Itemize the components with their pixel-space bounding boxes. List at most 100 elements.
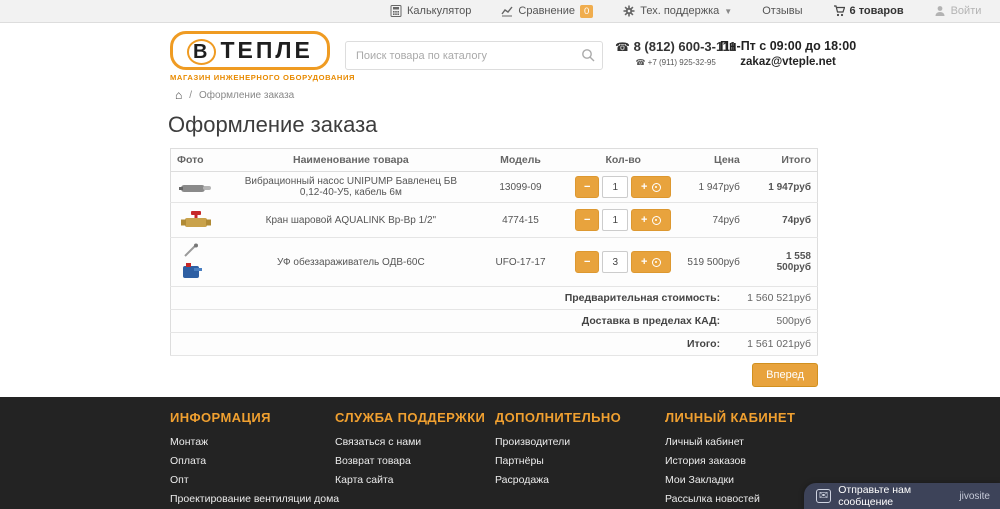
grand-total-label: Итого:: [687, 338, 720, 350]
cart-count-label: 6 товаров: [850, 5, 904, 17]
footer-link[interactable]: Личный кабинет: [665, 436, 795, 448]
compare-chart-icon: [501, 5, 513, 17]
table-row: Вибрационный насос UNIPUMP Бавленец БВ 0…: [171, 172, 818, 203]
shipping-label: Доставка в пределах КАД:: [582, 315, 720, 327]
total-row: Доставка в пределах КАД: 500руб: [171, 310, 818, 333]
plus-icon: +: [641, 256, 647, 268]
footer-link[interactable]: Производители: [495, 436, 621, 448]
update-quantity-icon[interactable]: [652, 258, 661, 267]
footer-link[interactable]: Партнёры: [495, 455, 621, 467]
product-price: 74руб: [677, 203, 746, 238]
footer-column-account: ЛИЧНЫЙ КАБИНЕТ Личный кабинет История за…: [665, 410, 795, 509]
col-photo: Фото: [171, 149, 230, 172]
product-price: 1 947руб: [677, 172, 746, 203]
support-label: Тех. поддержка: [640, 5, 719, 17]
contact-email[interactable]: zakaz@vteple.net: [720, 56, 856, 68]
login-link[interactable]: Войти: [934, 5, 982, 17]
table-row: УФ обеззараживатель ОДВ-60С UFO-17-17 − …: [171, 238, 818, 287]
phone-block: ☎ 8 (812) 600-3-111 ☎ +7 (911) 925-32-95: [615, 39, 736, 67]
qty-decrease-button[interactable]: −: [575, 209, 599, 231]
product-photo-pump[interactable]: [177, 176, 215, 198]
qty-input[interactable]: [602, 176, 628, 198]
top-utility-bar: Калькулятор Сравнение 0 Тех. поддержка ▼…: [0, 0, 1000, 23]
search-input[interactable]: [345, 41, 603, 70]
next-button[interactable]: Вперед: [752, 363, 818, 387]
qty-decrease-button[interactable]: −: [575, 251, 599, 273]
reviews-link[interactable]: Отзывы: [762, 5, 802, 17]
jivosite-brand-link[interactable]: jivosite: [959, 491, 990, 502]
footer-heading: ИНФОРМАЦИЯ: [170, 410, 339, 425]
product-photo-uv-unit[interactable]: [177, 242, 215, 282]
qty-increase-button[interactable]: +: [631, 176, 671, 198]
footer-column-support: СЛУЖБА ПОДДЕРЖКИ Связаться с нами Возвра…: [335, 410, 485, 493]
catalog-search: [345, 41, 603, 70]
update-quantity-icon[interactable]: [652, 183, 661, 192]
footer-link[interactable]: Опт: [170, 474, 339, 486]
breadcrumb-separator: /: [189, 90, 192, 101]
logo-text: ТЕПЛЕ: [220, 37, 312, 63]
login-label: Войти: [951, 5, 982, 17]
compare-link[interactable]: Сравнение 0: [501, 5, 593, 18]
footer-link[interactable]: Связаться с нами: [335, 436, 485, 448]
product-name-link[interactable]: УФ обеззараживатель ОДВ-60С: [230, 238, 472, 287]
cell-qty: − +: [569, 238, 677, 287]
cell-photo: [171, 203, 230, 238]
product-model: 4774-15: [472, 203, 569, 238]
qty-increase-button[interactable]: +: [631, 251, 671, 273]
calculator-link[interactable]: Калькулятор: [390, 5, 471, 17]
gear-icon: [623, 5, 635, 17]
product-total: 1 558 500руб: [746, 238, 818, 287]
product-model: UFO-17-17: [472, 238, 569, 287]
plus-icon: +: [641, 214, 647, 226]
cart-section: Фото Наименование товара Модель Кол-во Ц…: [170, 148, 818, 387]
logo-subtitle: МАГАЗИН ИНЖЕНЕРНОГО ОБОРУДОВАНИЯ: [170, 73, 355, 82]
product-photo-valve[interactable]: [177, 207, 215, 233]
footer-link[interactable]: История заказов: [665, 455, 795, 467]
footer-link[interactable]: Мои Закладки: [665, 474, 795, 486]
footer-link[interactable]: Расродажа: [495, 474, 621, 486]
chat-widget[interactable]: ✉ Отправьте нам сообщение jivosite: [804, 483, 1000, 509]
footer-column-information: ИНФОРМАЦИЯ Монтаж Оплата Опт Проектирова…: [170, 410, 339, 509]
grand-total-value: 1 561 021руб: [723, 338, 811, 350]
footer-heading: ЛИЧНЫЙ КАБИНЕТ: [665, 410, 795, 425]
support-menu[interactable]: Тех. поддержка ▼: [623, 5, 732, 17]
chevron-down-icon: ▼: [724, 7, 732, 16]
footer-heading: ДОПОЛНИТЕЛЬНО: [495, 410, 621, 425]
cart-link[interactable]: 6 товаров: [833, 5, 904, 17]
phone-icon-small: ☎: [635, 58, 645, 67]
qty-decrease-button[interactable]: −: [575, 176, 599, 198]
qty-input[interactable]: [602, 209, 628, 231]
footer-column-extra: ДОПОЛНИТЕЛЬНО Производители Партнёры Рас…: [495, 410, 621, 493]
calculator-icon: [390, 5, 402, 17]
product-total: 74руб: [746, 203, 818, 238]
phone-alt-number: +7 (911) 925-32-95: [648, 58, 716, 67]
site-logo[interactable]: ВТЕПЛЕ МАГАЗИН ИНЖЕНЕРНОГО ОБОРУДОВАНИЯ: [170, 31, 355, 82]
qty-increase-button[interactable]: +: [631, 209, 671, 231]
footer-link[interactable]: Карта сайта: [335, 474, 485, 486]
search-icon[interactable]: [581, 48, 595, 62]
product-total: 1 947руб: [746, 172, 818, 203]
footer-heading: СЛУЖБА ПОДДЕРЖКИ: [335, 410, 485, 425]
envelope-icon: ✉: [816, 489, 831, 503]
product-name-link[interactable]: Вибрационный насос UNIPUMP Бавленец БВ 0…: [230, 172, 472, 203]
product-name-link[interactable]: Кран шаровой AQUALINK Вр-Вр 1/2": [230, 203, 472, 238]
breadcrumb: ⌂ / Оформление заказа: [175, 88, 294, 102]
breadcrumb-current: Оформление заказа: [199, 90, 294, 101]
reviews-label: Отзывы: [762, 5, 802, 17]
footer-link[interactable]: Оплата: [170, 455, 339, 467]
home-icon[interactable]: ⌂: [175, 88, 182, 102]
col-qty: Кол-во: [569, 149, 677, 172]
page-title: Оформление заказа: [168, 112, 377, 138]
cell-qty: − +: [569, 203, 677, 238]
subtotal-value: 1 560 521руб: [723, 292, 811, 304]
logo-wordmark: ВТЕПЛЕ: [170, 31, 330, 70]
col-price: Цена: [677, 149, 746, 172]
footer-link[interactable]: Монтаж: [170, 436, 339, 448]
compare-label: Сравнение: [518, 5, 575, 17]
qty-input[interactable]: [602, 251, 628, 273]
update-quantity-icon[interactable]: [652, 216, 661, 225]
footer-link[interactable]: Рассылка новостей: [665, 493, 795, 505]
footer-link[interactable]: Проектирование вентиляции дома: [170, 493, 339, 505]
plus-icon: +: [641, 181, 647, 193]
footer-link[interactable]: Возврат товара: [335, 455, 485, 467]
